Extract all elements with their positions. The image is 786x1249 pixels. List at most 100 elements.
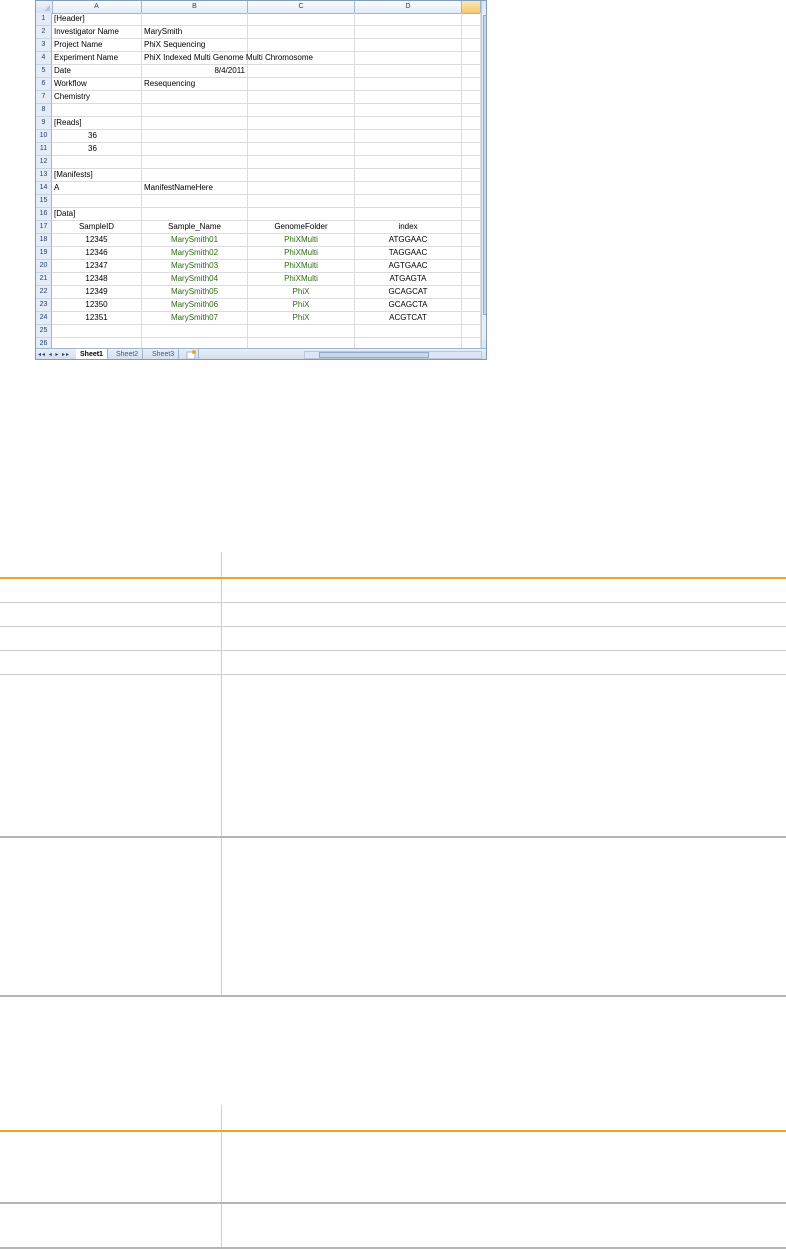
cell-e6[interactable] bbox=[462, 78, 481, 91]
cell-c8[interactable] bbox=[248, 104, 355, 117]
cell-c2[interactable] bbox=[248, 26, 355, 39]
row-header[interactable]: 4 bbox=[36, 52, 52, 65]
column-header-e[interactable] bbox=[462, 1, 481, 13]
column-header-a[interactable]: A bbox=[52, 1, 142, 13]
cell-b16[interactable] bbox=[142, 208, 248, 221]
tab-sheet3[interactable]: Sheet3 bbox=[148, 349, 180, 359]
cell-a24[interactable]: 12351 bbox=[52, 312, 142, 325]
tab-sheet2[interactable]: Sheet2 bbox=[112, 349, 144, 359]
cell-d6[interactable] bbox=[355, 78, 462, 91]
cell-b6[interactable]: Resequencing bbox=[142, 78, 248, 91]
cell-b14[interactable]: ManifestNameHere bbox=[142, 182, 248, 195]
cell-e21[interactable] bbox=[462, 273, 481, 286]
cell-a3[interactable]: Project Name bbox=[52, 39, 142, 52]
cell-b8[interactable] bbox=[142, 104, 248, 117]
cell-c3[interactable] bbox=[248, 39, 355, 52]
cell-e18[interactable] bbox=[462, 234, 481, 247]
row-header[interactable]: 13 bbox=[36, 169, 52, 182]
row-header[interactable]: 3 bbox=[36, 39, 52, 52]
cell-d17[interactable]: index bbox=[355, 221, 462, 234]
row-header[interactable]: 21 bbox=[36, 273, 52, 286]
cell-d15[interactable] bbox=[355, 195, 462, 208]
row-header[interactable]: 7 bbox=[36, 91, 52, 104]
cell-e9[interactable] bbox=[462, 117, 481, 130]
cell-a25[interactable] bbox=[52, 325, 142, 338]
cell-a22[interactable]: 12349 bbox=[52, 286, 142, 299]
cell-b3[interactable]: PhiX Sequencing bbox=[142, 39, 248, 52]
cell-a15[interactable] bbox=[52, 195, 142, 208]
cell-d23[interactable]: GCAGCTA bbox=[355, 299, 462, 312]
cell-a18[interactable]: 12345 bbox=[52, 234, 142, 247]
cell-e14[interactable] bbox=[462, 182, 481, 195]
cell-c16[interactable] bbox=[248, 208, 355, 221]
cell-a5[interactable]: Date bbox=[52, 65, 142, 78]
cell-b5[interactable]: 8/4/2011 bbox=[142, 65, 248, 78]
vertical-scrollbar[interactable] bbox=[481, 1, 486, 348]
row-header[interactable]: 22 bbox=[36, 286, 52, 299]
cell-d20[interactable]: AGTGAAC bbox=[355, 260, 462, 273]
cell-d4[interactable] bbox=[355, 52, 462, 65]
insert-sheet-icon[interactable] bbox=[184, 349, 199, 359]
cell-e2[interactable] bbox=[462, 26, 481, 39]
row-header[interactable]: 23 bbox=[36, 299, 52, 312]
cell-e15[interactable] bbox=[462, 195, 481, 208]
cell-a14[interactable]: A bbox=[52, 182, 142, 195]
cell-c11[interactable] bbox=[248, 143, 355, 156]
cell-a13[interactable]: [Manifests] bbox=[52, 169, 142, 182]
cell-d25[interactable] bbox=[355, 325, 462, 338]
cell-a6[interactable]: Workflow bbox=[52, 78, 142, 91]
cell-a9[interactable]: [Reads] bbox=[52, 117, 142, 130]
cell-b24[interactable]: MarySmith07 bbox=[142, 312, 248, 325]
cell-b4[interactable]: PhiX Indexed Multi Genome Multi Chromoso… bbox=[142, 52, 313, 65]
sheet-nav-arrows-icon[interactable]: ◂◂ ◂ ▸ ▸▸ bbox=[38, 351, 70, 358]
cell-c12[interactable] bbox=[248, 156, 355, 169]
cell-a23[interactable]: 12350 bbox=[52, 299, 142, 312]
row-header[interactable]: 6 bbox=[36, 78, 52, 91]
cell-e13[interactable] bbox=[462, 169, 481, 182]
cell-d7[interactable] bbox=[355, 91, 462, 104]
cell-c1[interactable] bbox=[248, 13, 355, 26]
cell-c22[interactable]: PhiX bbox=[248, 286, 355, 299]
cell-d3[interactable] bbox=[355, 39, 462, 52]
cell-e16[interactable] bbox=[462, 208, 481, 221]
cell-c23[interactable]: PhiX bbox=[248, 299, 355, 312]
cell-c7[interactable] bbox=[248, 91, 355, 104]
row-header[interactable]: 17 bbox=[36, 221, 52, 234]
column-header-d[interactable]: D bbox=[355, 1, 462, 13]
cell-d19[interactable]: TAGGAAC bbox=[355, 247, 462, 260]
cell-d10[interactable] bbox=[355, 130, 462, 143]
cell-d12[interactable] bbox=[355, 156, 462, 169]
row-header[interactable]: 18 bbox=[36, 234, 52, 247]
cell-c18[interactable]: PhiXMulti bbox=[248, 234, 355, 247]
cell-b13[interactable] bbox=[142, 169, 248, 182]
cell-a19[interactable]: 12346 bbox=[52, 247, 142, 260]
row-header[interactable]: 1 bbox=[36, 13, 52, 26]
vertical-scroll-thumb[interactable] bbox=[483, 15, 486, 315]
cell-a11[interactable]: 36 bbox=[52, 143, 142, 156]
cell-a10[interactable]: 36 bbox=[52, 130, 142, 143]
cell-e5[interactable] bbox=[462, 65, 481, 78]
cell-e10[interactable] bbox=[462, 130, 481, 143]
cell-d9[interactable] bbox=[355, 117, 462, 130]
cell-c17[interactable]: GenomeFolder bbox=[248, 221, 355, 234]
row-header[interactable]: 8 bbox=[36, 104, 52, 117]
cell-c6[interactable] bbox=[248, 78, 355, 91]
cell-e19[interactable] bbox=[462, 247, 481, 260]
select-all-corner[interactable] bbox=[36, 1, 53, 13]
cell-e12[interactable] bbox=[462, 156, 481, 169]
cell-a2[interactable]: Investigator Name bbox=[52, 26, 142, 39]
cell-e1[interactable] bbox=[462, 13, 481, 26]
cell-e4[interactable] bbox=[462, 52, 481, 65]
row-header[interactable]: 25 bbox=[36, 325, 52, 338]
cell-b25[interactable] bbox=[142, 325, 248, 338]
row-header[interactable]: 19 bbox=[36, 247, 52, 260]
cell-b10[interactable] bbox=[142, 130, 248, 143]
cell-b15[interactable] bbox=[142, 195, 248, 208]
cell-b7[interactable] bbox=[142, 91, 248, 104]
cell-d22[interactable]: GCAGCAT bbox=[355, 286, 462, 299]
scroll-up-icon[interactable] bbox=[482, 1, 486, 9]
horizontal-scrollbar[interactable] bbox=[304, 351, 482, 359]
cell-b22[interactable]: MarySmith05 bbox=[142, 286, 248, 299]
cell-d2[interactable] bbox=[355, 26, 462, 39]
cell-e17[interactable] bbox=[462, 221, 481, 234]
